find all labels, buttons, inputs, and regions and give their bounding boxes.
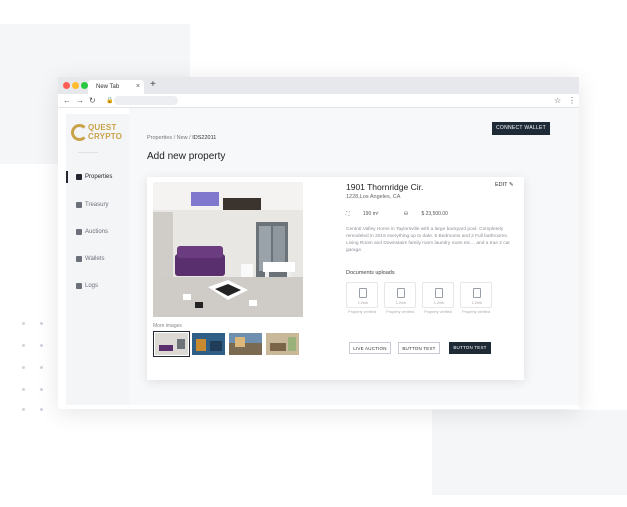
logo-mark-icon	[71, 124, 88, 141]
document-card[interactable]: 1.2mb	[422, 282, 454, 308]
tab-close-icon[interactable]: ×	[136, 80, 140, 94]
pencil-icon: ✎	[508, 182, 514, 188]
document-size: 1.2mb	[433, 301, 445, 305]
sidebar-item-logs[interactable]: Logs	[66, 280, 129, 292]
documents-label: Documents uploads	[346, 270, 395, 276]
calendar-icon	[76, 283, 82, 289]
property-main-photo[interactable]	[153, 182, 303, 317]
maximize-window-icon[interactable]	[81, 82, 88, 89]
living-room-image	[153, 182, 303, 317]
property-address: 1228,Los Angeles, CA	[346, 194, 401, 200]
browser-menu-icon[interactable]: ⋮	[568, 95, 576, 107]
thumbnail-image[interactable]	[266, 333, 299, 355]
secondary-button[interactable]: BUTTON TEXT	[398, 342, 440, 354]
document-icon	[359, 288, 367, 298]
breadcrumb-current: IDS22011	[192, 135, 217, 141]
background-block	[432, 410, 627, 495]
document-size: 1.2mb	[395, 301, 407, 305]
close-window-icon[interactable]	[63, 82, 70, 89]
address-bar: ← → ↻ 🔒 ☆ ⋮	[58, 94, 579, 108]
document-note: Property verified	[386, 310, 414, 314]
document-icon	[397, 288, 405, 298]
property-card: More images 1901 Thornridge Cir. 1228,Lo…	[147, 177, 524, 380]
sidebar-item-label: Treasury	[85, 202, 109, 208]
gavel-icon	[76, 229, 82, 235]
breadcrumb-path[interactable]: Properties / New /	[147, 135, 192, 141]
price-value: $ 23,500.00	[421, 211, 448, 217]
edit-label: EDIT	[495, 182, 508, 188]
bank-icon	[76, 202, 82, 208]
tab-title: New Tab	[96, 84, 120, 90]
logo-text-line1: QUEST	[88, 123, 117, 132]
reload-icon[interactable]: ↻	[89, 95, 96, 107]
browser-window: New Tab × + ← → ↻ 🔒 ☆ ⋮ QUEST CRYPTO Pro…	[58, 77, 579, 409]
thumbnail-image[interactable]	[192, 333, 225, 355]
back-icon[interactable]: ←	[63, 95, 71, 107]
area-stat: ⛶ 190 m²	[346, 211, 390, 217]
lock-icon: 🔒	[106, 98, 114, 104]
sidebar-item-label: Properties	[85, 174, 113, 180]
sidebar-item-treasury[interactable]: Treasury	[66, 199, 129, 211]
wallet-icon	[76, 256, 82, 262]
thumbnail-image[interactable]	[153, 331, 190, 357]
tab-bar: New Tab × +	[58, 77, 579, 94]
property-title: 1901 Thornridge Cir.	[346, 182, 424, 192]
building-icon	[76, 174, 82, 180]
sidebar-item-wallets[interactable]: Wallets	[66, 253, 129, 265]
property-description: Central Valley Home in Taylorsville with…	[346, 227, 510, 253]
document-note: Property verified	[462, 310, 490, 314]
sidebar-item-label: Wallets	[85, 256, 105, 262]
more-images-label: More images	[153, 323, 182, 329]
sidebar-item-label: Auctions	[85, 229, 109, 235]
live-auction-button[interactable]: LIVE AUCTION	[349, 342, 391, 354]
document-card[interactable]: 1.2mb	[460, 282, 492, 308]
document-card[interactable]: 1.2mb	[384, 282, 416, 308]
primary-button[interactable]: BUTTON TEXT	[449, 342, 491, 354]
main-content: CONNECT WALLET Properties / New / IDS220…	[129, 108, 579, 405]
price-stat: ⛁ $ 23,500.00	[404, 211, 460, 217]
property-stats: ⛶ 190 m² ⛁ $ 23,500.00	[346, 211, 472, 217]
forward-icon[interactable]: →	[76, 95, 84, 107]
document-icon	[473, 288, 481, 298]
minimize-window-icon[interactable]	[72, 82, 79, 89]
bookmark-star-icon[interactable]: ☆	[554, 95, 561, 107]
thumbnail-image[interactable]	[229, 333, 262, 355]
area-value: 190 m²	[362, 211, 379, 217]
divider	[78, 152, 98, 153]
logo-text-line2: CRYPTO	[88, 132, 123, 141]
url-input[interactable]	[114, 96, 178, 105]
document-card[interactable]: 1.2mb	[346, 282, 378, 308]
decorative-dots	[22, 322, 52, 414]
coins-icon: ⛁	[403, 211, 409, 217]
document-size: 1.2mb	[471, 301, 483, 305]
document-note: Property verified	[424, 310, 452, 314]
sidebar-item-auctions[interactable]: Auctions	[66, 226, 129, 238]
new-tab-icon[interactable]: +	[150, 79, 156, 91]
connect-wallet-button[interactable]: CONNECT WALLET	[492, 122, 550, 135]
page-title: Add new property	[147, 151, 226, 162]
quest-crypto-logo[interactable]: QUEST CRYPTO	[71, 122, 129, 144]
sidebar-item-label: Logs	[85, 283, 99, 289]
document-note: Property verified	[348, 310, 376, 314]
breadcrumb: Properties / New / IDS22011	[147, 135, 216, 141]
document-icon	[435, 288, 443, 298]
sidebar-item-properties[interactable]: Properties	[66, 171, 129, 183]
edit-button[interactable]: EDIT ✎	[495, 182, 514, 188]
sidebar: QUEST CRYPTO Properties Treasury Auction…	[66, 114, 129, 405]
document-size: 1.2mb	[357, 301, 369, 305]
browser-tab[interactable]: New Tab ×	[88, 80, 144, 94]
area-icon: ⛶	[346, 211, 350, 217]
